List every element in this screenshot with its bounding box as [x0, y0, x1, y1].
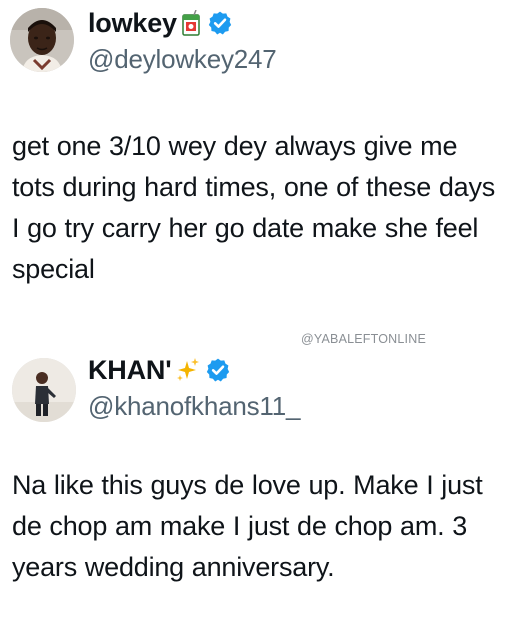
verified-badge-icon — [207, 10, 233, 36]
tweet: KHAN' @khanofkhans11_ Na like this guys … — [0, 345, 511, 582]
tweet-header: lowkey @deylowkey247 — [0, 0, 511, 90]
avatar[interactable] — [10, 8, 74, 72]
tweet-text: get one 3/10 wey dey always give me tots… — [12, 131, 496, 284]
user-handle[interactable]: @deylowkey247 — [88, 44, 277, 75]
verified-badge-icon — [205, 357, 231, 383]
display-name-row: lowkey — [88, 6, 277, 40]
display-name[interactable]: KHAN' — [88, 355, 172, 386]
tweet: lowkey @deylowkey247 get one 3/10 wey de… — [0, 0, 511, 284]
display-name[interactable]: lowkey — [88, 8, 177, 39]
sparkles-emoji-icon — [175, 357, 200, 383]
user-names: lowkey @deylowkey247 — [88, 6, 277, 75]
watermark: @YABALEFTONLINE — [301, 332, 426, 346]
avatar[interactable] — [12, 358, 76, 422]
user-names: KHAN' @khanofkhans11_ — [88, 353, 300, 422]
tweet-header: KHAN' @khanofkhans11_ — [0, 345, 511, 435]
user-handle[interactable]: @khanofkhans11_ — [88, 391, 300, 422]
tweet-text: Na like this guys de love up. Make I jus… — [12, 470, 483, 582]
juice-box-emoji-icon — [181, 9, 201, 36]
display-name-row: KHAN' — [88, 353, 300, 387]
